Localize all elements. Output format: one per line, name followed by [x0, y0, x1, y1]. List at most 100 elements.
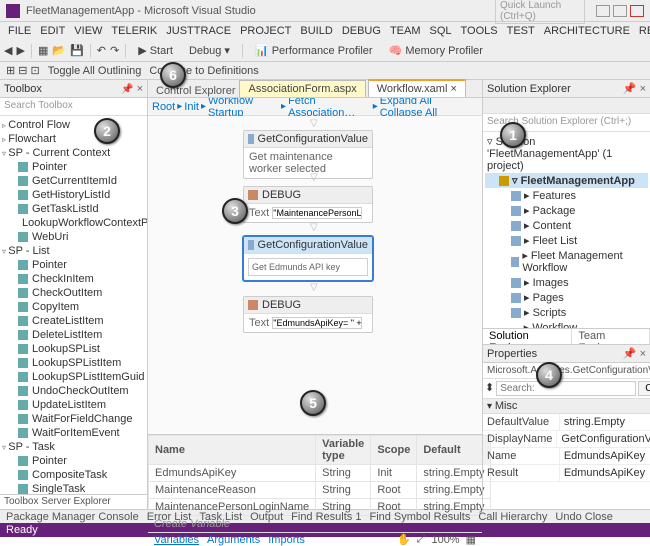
menu-view[interactable]: VIEW — [70, 25, 106, 37]
toolbox-item[interactable]: GetTaskListId — [0, 202, 147, 216]
toolbox-item[interactable]: CopyItem — [0, 300, 147, 314]
variables-tab[interactable]: Imports — [268, 534, 305, 546]
close-icon[interactable]: × — [137, 83, 143, 95]
toolbox-item[interactable]: DeleteListItem — [0, 328, 147, 342]
menu-justtrace[interactable]: JUSTTRACE — [162, 25, 235, 37]
property-row[interactable]: NameEdmundsApiKey — [483, 448, 650, 465]
tab-close-icon[interactable]: × — [450, 83, 456, 95]
menu-tools[interactable]: TOOLS — [457, 25, 502, 37]
activity-inner-text[interactable]: Get Edmunds API key — [248, 258, 368, 276]
solution-item[interactable]: ▸ Content — [485, 218, 648, 233]
solution-tab[interactable]: Team Explorer — [572, 329, 650, 344]
toolbox-group[interactable]: Flowchart — [0, 132, 147, 146]
breadcrumb-item[interactable]: Init — [184, 101, 199, 113]
solution-item[interactable]: ▸ Fleet Management Workflow — [485, 248, 648, 275]
bottom-tab[interactable]: Output — [250, 511, 283, 523]
toolbox-group[interactable]: SP - Task — [0, 440, 147, 454]
solution-item[interactable]: ▸ Pages — [485, 290, 648, 305]
toolbox-item[interactable]: UndoCheckOutItem — [0, 384, 147, 398]
debug-text-input-2[interactable] — [272, 317, 362, 329]
minimize-button[interactable] — [596, 5, 610, 17]
breadcrumb-item[interactable]: Fetch Association… — [288, 95, 371, 119]
breadcrumb-item[interactable]: Workflow Startup — [208, 95, 279, 119]
save-icon[interactable]: 💾 — [70, 44, 84, 57]
menu-telerik[interactable]: TELERIK — [107, 25, 161, 37]
undo-icon[interactable]: ↶ — [97, 44, 106, 57]
workflow-designer[interactable]: ▽ GetConfigurationValue Get maintenance … — [148, 116, 482, 434]
activity-debug-2[interactable]: DEBUG Text — [243, 296, 373, 333]
properties-search[interactable] — [496, 381, 636, 396]
properties-category[interactable]: ▾ Misc — [483, 399, 650, 414]
open-icon[interactable]: 📂 — [52, 44, 66, 57]
solution-item[interactable]: ▸ Package — [485, 203, 648, 218]
tab-association-form[interactable]: AssociationForm.aspx — [239, 80, 365, 97]
nav-back-icon[interactable]: ◀ — [4, 44, 12, 57]
toolbox-group[interactable]: SP - Current Context — [0, 146, 147, 160]
bottom-tab[interactable]: Find Symbol Results — [369, 511, 470, 523]
toolbox-item[interactable]: WaitForItemEvent — [0, 426, 147, 440]
debug-text-input-1[interactable] — [272, 207, 362, 219]
start-button[interactable]: ▶ Start — [132, 42, 179, 59]
mem-profiler-button[interactable]: 🧠 Memory Profiler — [383, 42, 489, 59]
bottom-tab[interactable]: Task List — [199, 511, 242, 523]
bottom-tab[interactable]: Error List — [147, 511, 192, 523]
variables-tab[interactable]: Variables — [154, 534, 199, 546]
toolbox-item[interactable]: CheckInItem — [0, 272, 147, 286]
bottom-tab[interactable]: Find Results 1 — [291, 511, 361, 523]
new-icon[interactable]: ▦ — [38, 44, 48, 57]
property-row[interactable]: DefaultValuestring.Empty — [483, 414, 650, 431]
toolbox-item[interactable]: Pointer — [0, 160, 147, 174]
table-row[interactable]: EdmundsApiKeyStringInitstring.Empty — [149, 465, 491, 482]
solution-tab[interactable]: Solution Explorer — [483, 329, 572, 344]
toolbox-item[interactable]: LookupSPListItem — [0, 356, 147, 370]
solution-item[interactable]: ▸ Workflow Dependencies — [485, 320, 648, 328]
close-icon[interactable]: × — [640, 348, 646, 360]
pan-icon[interactable]: ✋ — [397, 533, 411, 546]
toolbox-item[interactable]: LookupSPList — [0, 342, 147, 356]
variables-header[interactable]: Scope — [371, 436, 417, 465]
solution-item[interactable]: ▸ Fleet List — [485, 233, 648, 248]
zoom-level[interactable]: 100% — [431, 534, 459, 546]
toolbox-item[interactable]: SingleTask — [0, 482, 147, 494]
close-icon[interactable]: × — [640, 83, 646, 95]
variables-header[interactable]: Variable type — [316, 436, 371, 465]
variables-header[interactable]: Default — [417, 436, 491, 465]
tab-workflow[interactable]: Workflow.xaml × — [368, 79, 466, 97]
fit-icon[interactable]: ⤢ — [417, 533, 426, 546]
property-row[interactable]: DisplayNameGetConfigurationValu — [483, 431, 650, 448]
menu-resharper[interactable]: RESHARPER — [635, 25, 650, 37]
solution-item[interactable]: ▿ FleetManagementApp — [485, 173, 648, 188]
toolbox-group[interactable]: Control Flow — [0, 118, 147, 132]
toolbox-group[interactable]: SP - List — [0, 244, 147, 258]
menu-debug[interactable]: DEBUG — [338, 25, 385, 37]
solution-item[interactable]: ▸ Scripts — [485, 305, 648, 320]
redo-icon[interactable]: ↷ — [110, 44, 119, 57]
toolbox-footer-tabs[interactable]: Toolbox Server Explorer — [0, 494, 147, 509]
pin-icon[interactable]: 📌 — [121, 84, 133, 95]
toolbox-item[interactable]: CreateListItem — [0, 314, 147, 328]
toolbox-item[interactable]: WaitForFieldChange — [0, 412, 147, 426]
nav-fwd-icon[interactable]: ▶ — [16, 44, 24, 57]
solution-item[interactable]: ▸ Images — [485, 275, 648, 290]
activity-debug-1[interactable]: DEBUG Text — [243, 186, 373, 223]
config-dropdown[interactable]: Debug ▾ — [183, 42, 236, 59]
solution-toolbar[interactable] — [483, 98, 650, 114]
bottom-tab[interactable]: Package Manager Console — [6, 511, 139, 523]
toggle-outlining[interactable]: Toggle All Outlining — [48, 65, 142, 77]
menu-edit[interactable]: EDIT — [36, 25, 69, 37]
toolbox-item[interactable]: Pointer — [0, 454, 147, 468]
bottom-tab[interactable]: Undo Close — [555, 511, 612, 523]
control-explorer-tab[interactable]: Control Explorer — [152, 85, 239, 97]
toolbox-item[interactable]: GetCurrentItemId — [0, 174, 147, 188]
sort-icon[interactable]: ⬍ — [485, 381, 494, 396]
pin-icon[interactable]: 📌 — [623, 83, 637, 95]
menu-project[interactable]: PROJECT — [236, 25, 295, 37]
toolbox-item[interactable]: CheckOutItem — [0, 286, 147, 300]
toolbox-item[interactable]: LookupWorkflowContextProperty — [0, 216, 147, 230]
menu-team[interactable]: TEAM — [386, 25, 425, 37]
menu-file[interactable]: FILE — [4, 25, 35, 37]
toolbox-item[interactable]: WebUri — [0, 230, 147, 244]
toolbox-search[interactable]: Search Toolbox — [0, 98, 147, 116]
menu-test[interactable]: TEST — [503, 25, 539, 37]
menu-build[interactable]: BUILD — [296, 25, 336, 37]
